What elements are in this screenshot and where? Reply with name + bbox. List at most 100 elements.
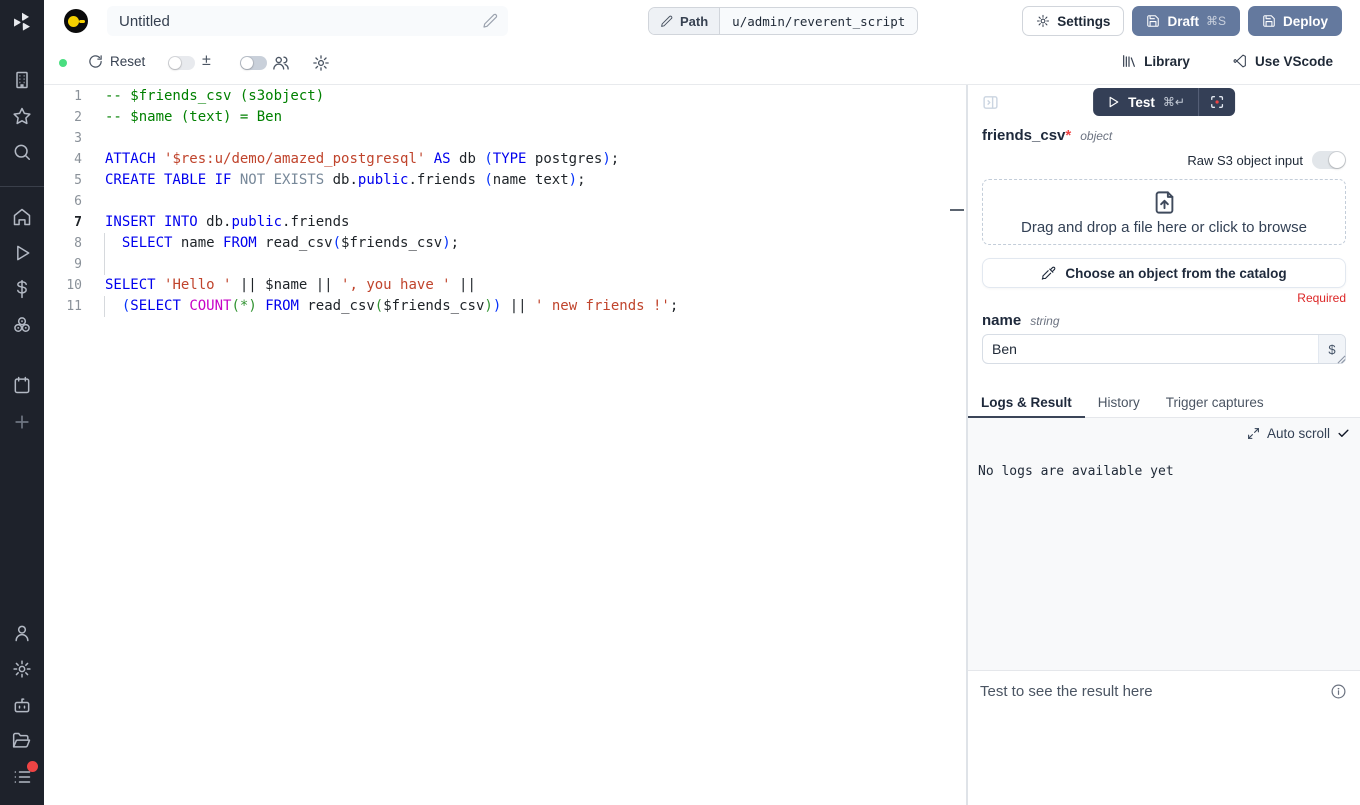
code-token: '$res:u/demo/amazed_postgresql' <box>164 151 425 167</box>
code-line[interactable]: (SELECT COUNT(*) FROM read_csv($friends_… <box>105 296 948 317</box>
code-editor[interactable]: 1234567891011 -- $friends_csv (s3object)… <box>44 85 966 805</box>
multiplayer-toggle[interactable] <box>240 56 267 70</box>
users-icon[interactable] <box>272 54 290 72</box>
capture-button[interactable] <box>1199 88 1235 116</box>
code-token: ) <box>484 298 492 314</box>
path-edit-button[interactable]: Path <box>649 8 719 34</box>
line-number[interactable]: 11 <box>44 296 82 317</box>
script-title-field[interactable] <box>107 6 508 36</box>
vscode-icon <box>1232 53 1248 69</box>
file-dropzone[interactable]: Drag and drop a file here or click to br… <box>982 179 1346 245</box>
settings-gear-icon[interactable] <box>12 659 32 679</box>
line-number[interactable]: 5 <box>44 170 82 191</box>
code-token: ; <box>670 298 678 314</box>
plus-minus-icon[interactable]: ± <box>202 52 211 70</box>
line-number[interactable]: 6 <box>44 191 82 212</box>
folders-icon[interactable] <box>12 731 32 751</box>
code-line[interactable]: SELECT 'Hello ' || $name || ', you have … <box>105 275 948 296</box>
dropzone-label: Drag and drop a file here or click to br… <box>1021 219 1307 236</box>
logs-empty-message: No logs are available yet <box>978 464 1174 479</box>
library-button[interactable]: Library <box>1121 53 1190 69</box>
sidebar <box>0 0 44 805</box>
duckdb-language-icon <box>64 9 88 33</box>
code-token: .friends <box>408 172 484 188</box>
ai-assistant-bot-icon[interactable] <box>12 695 32 715</box>
tab-logs-result[interactable]: Logs & Result <box>968 391 1085 418</box>
draft-button[interactable]: Draft ⌘S <box>1132 6 1240 36</box>
code-line[interactable] <box>105 254 948 275</box>
code-line[interactable] <box>105 128 948 149</box>
status-dot <box>59 59 67 67</box>
workspace-icon[interactable] <box>12 70 32 90</box>
resources-icon[interactable] <box>12 315 32 335</box>
search-icon[interactable] <box>12 142 32 162</box>
name-field-input[interactable] <box>982 334 1346 364</box>
test-button[interactable]: Test ⌘↵ <box>1093 88 1198 116</box>
tab-trigger-captures[interactable]: Trigger captures <box>1153 391 1277 418</box>
editor-settings-gear-icon[interactable] <box>312 54 330 72</box>
line-number[interactable]: 2 <box>44 107 82 128</box>
code-token: TYPE <box>493 151 527 167</box>
auto-scroll-control[interactable]: Auto scroll <box>1247 426 1350 441</box>
line-number[interactable]: 1 <box>44 86 82 107</box>
raw-s3-toggle[interactable] <box>1312 151 1346 169</box>
line-number[interactable]: 3 <box>44 128 82 149</box>
info-icon[interactable] <box>1330 683 1347 700</box>
variables-dollar-icon[interactable] <box>12 279 32 299</box>
line-number[interactable]: 10 <box>44 275 82 296</box>
resize-grip[interactable] <box>1337 355 1346 364</box>
panel-collapse-icon[interactable] <box>982 94 999 111</box>
code-line[interactable]: INSERT INTO db.public.friends <box>105 212 948 233</box>
code-line[interactable]: SELECT name FROM read_csv($friends_csv); <box>105 233 948 254</box>
schedules-calendar-icon[interactable] <box>12 375 32 395</box>
draft-kbd: ⌘S <box>1206 14 1226 28</box>
favorites-star-icon[interactable] <box>12 106 32 126</box>
home-icon[interactable] <box>12 207 32 227</box>
code-token: ( <box>484 151 492 167</box>
use-vscode-button[interactable]: Use VScode <box>1232 53 1333 69</box>
tab-history[interactable]: History <box>1085 391 1153 418</box>
sidebar-divider <box>0 186 44 187</box>
edit-title-pencil-icon[interactable] <box>482 13 498 29</box>
code-token <box>257 298 265 314</box>
line-number[interactable]: 9 <box>44 254 82 275</box>
code-token: db. <box>198 214 232 230</box>
windmill-logo-icon[interactable] <box>10 10 34 34</box>
settings-button[interactable]: Settings <box>1022 6 1124 36</box>
user-icon[interactable] <box>12 623 32 643</box>
code-token: public <box>231 214 282 230</box>
path-value[interactable]: u/admin/reverent_script <box>719 8 917 34</box>
line-number[interactable]: 7 <box>44 212 82 233</box>
code-token <box>231 172 239 188</box>
expand-icon <box>1247 427 1260 440</box>
diff-toggle[interactable] <box>168 56 195 70</box>
choose-object-catalog-button[interactable]: Choose an object from the catalog <box>982 258 1346 288</box>
code-token: || $name || <box>231 277 341 293</box>
line-number[interactable]: 4 <box>44 149 82 170</box>
code-line[interactable]: -- $friends_csv (s3object) <box>105 86 948 107</box>
code-line[interactable]: CREATE TABLE IF NOT EXISTS db.public.fri… <box>105 170 948 191</box>
catalog-button-label: Choose an object from the catalog <box>1065 266 1286 281</box>
runs-play-icon[interactable] <box>12 243 32 263</box>
result-panel: Test to see the result here <box>968 671 1360 805</box>
code-token: FROM <box>265 298 299 314</box>
code-token: .friends <box>282 214 349 230</box>
code-line[interactable]: ATTACH '$res:u/demo/amazed_postgresql' A… <box>105 149 948 170</box>
editor-toolbar: Reset ± Library Use VScode <box>44 42 1360 85</box>
code-token: 'Hello ' <box>164 277 231 293</box>
code-token: NOT EXISTS <box>240 172 324 188</box>
code-token: read_csv <box>257 235 333 251</box>
deploy-button[interactable]: Deploy <box>1248 6 1342 36</box>
script-title-input[interactable] <box>107 6 508 36</box>
top-bar: Path u/admin/reverent_script Settings Dr… <box>44 0 1360 42</box>
code-token: name <box>172 235 223 251</box>
audit-logs-list-icon[interactable] <box>12 767 32 787</box>
file-upload-icon <box>1151 189 1178 216</box>
code-token: ) <box>602 151 610 167</box>
reset-button[interactable]: Reset <box>88 54 145 69</box>
add-plus-icon[interactable] <box>12 412 32 432</box>
code-token: ) <box>442 235 450 251</box>
line-number[interactable]: 8 <box>44 233 82 254</box>
code-line[interactable] <box>105 191 948 212</box>
code-line[interactable]: -- $name (text) = Ben <box>105 107 948 128</box>
